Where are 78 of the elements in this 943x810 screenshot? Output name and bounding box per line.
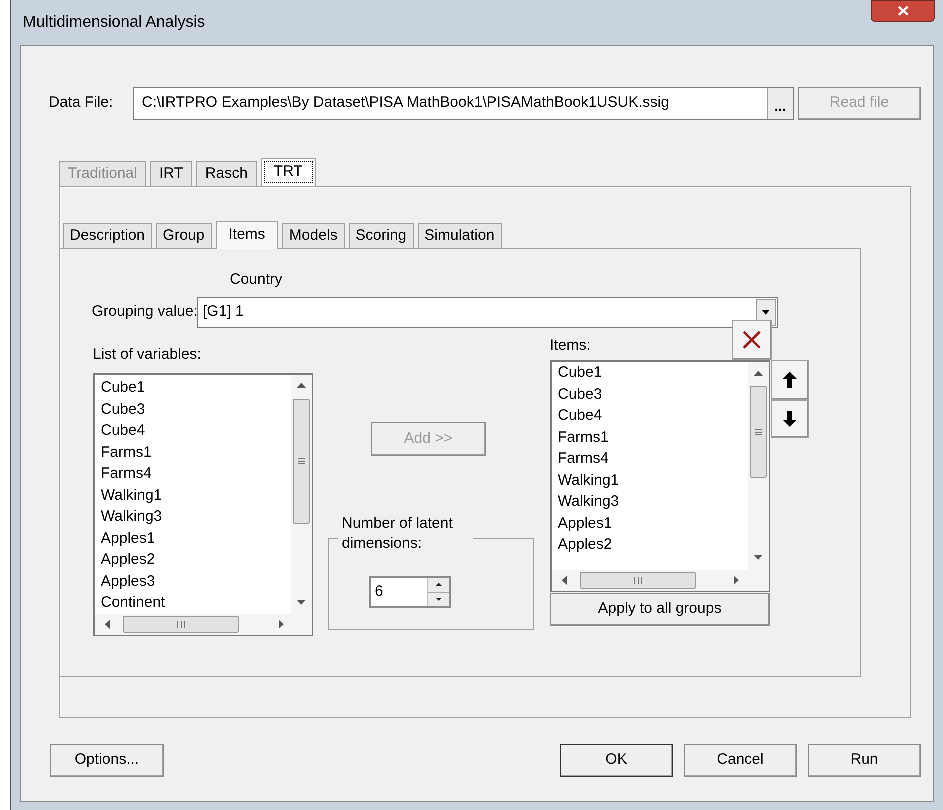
tab[interactable]: Description [63, 223, 152, 248]
options-button[interactable]: Options... [50, 744, 164, 777]
close-icon [898, 6, 908, 16]
move-up-button[interactable] [771, 360, 809, 400]
move-down-button[interactable] [771, 400, 809, 438]
grip-icon [755, 428, 762, 436]
list-item[interactable]: Farms4 [101, 463, 152, 484]
scroll-thumb[interactable] [750, 386, 767, 478]
list-item[interactable]: Cube3 [101, 398, 146, 420]
list-item[interactable]: Cube1 [101, 377, 146, 398]
scroll-down-icon [754, 555, 763, 560]
dialog-button[interactable]: Cancel [684, 744, 797, 777]
window-title: Multidimensional Analysis [23, 12, 206, 32]
vertical-scrollbar[interactable] [291, 375, 312, 614]
grip-icon [298, 458, 305, 465]
list-item[interactable]: Walking3 [558, 491, 620, 512]
remove-button[interactable] [732, 320, 772, 360]
arrow-down-icon [783, 411, 797, 427]
scroll-left-icon [562, 576, 567, 585]
scroll-up-icon [297, 383, 306, 388]
vertical-scrollbar[interactable] [748, 362, 769, 570]
list-item[interactable]: Cube3 [558, 384, 602, 405]
arrow-up-icon [783, 372, 797, 388]
data-file-label: Data File: [49, 93, 114, 114]
close-button[interactable] [871, 0, 935, 22]
scroll-down-icon [297, 600, 306, 605]
spin-down-button[interactable] [428, 592, 449, 606]
list-item[interactable]: Cube1 [558, 362, 602, 384]
items-label: Items: [550, 336, 591, 356]
tab[interactable]: Rasch [196, 161, 257, 186]
scroll-thumb[interactable] [123, 616, 239, 633]
scroll-up-icon [754, 371, 763, 376]
close-icon [742, 330, 762, 350]
grouping-value-label: Grouping value: [91, 302, 197, 322]
list-item[interactable]: Cube4 [101, 420, 146, 442]
data-file-field[interactable]: C:\IRTPRO Examples\By Dataset\PISA MathBook1\PISAMathBook1USUK.ssig ... [133, 87, 794, 120]
list-item[interactable]: Walking3 [101, 506, 162, 528]
tab[interactable]: Items [216, 221, 278, 249]
list-item[interactable]: Farms1 [101, 442, 152, 463]
scroll-right-icon [279, 620, 284, 629]
list-item[interactable]: Farms1 [558, 426, 609, 448]
scroll-thumb[interactable] [580, 572, 696, 589]
scroll-thumb[interactable] [293, 399, 310, 524]
list-item[interactable]: Cube4 [558, 405, 602, 426]
dialog-button[interactable]: OK [560, 744, 673, 777]
list-item[interactable]: Farms4 [558, 448, 609, 470]
browse-button[interactable]: ... [767, 88, 793, 119]
tab[interactable]: IRT [150, 161, 192, 186]
grip-icon [634, 577, 642, 584]
list-item[interactable]: Walking1 [101, 484, 162, 506]
list-item[interactable]: Apples1 [558, 512, 612, 534]
list-item[interactable]: Apples1 [101, 528, 156, 549]
scroll-left-icon [105, 620, 110, 629]
list-item[interactable]: Apples3 [101, 570, 156, 592]
variables-listbox[interactable]: Cube1 Cube3 Cube4 Farms1 Farms4 Walking1 Walking3 Apples1 Apples2 Apples3 Continent [93, 373, 313, 636]
tab[interactable]: Group [156, 223, 212, 248]
list-item[interactable]: Walking1 [558, 470, 620, 491]
grouping-value-dropdown[interactable]: [G1] 1 [197, 297, 778, 328]
apply-to-all-groups-button[interactable]: Apply to all groups [550, 593, 770, 626]
scroll-right-icon [734, 576, 739, 585]
tab[interactable]: Simulation [418, 223, 502, 248]
horizontal-scrollbar[interactable] [552, 570, 769, 591]
latent-dimensions-spinner[interactable]: 6 [369, 576, 451, 608]
group-variable-label: Country [230, 270, 284, 289]
list-item[interactable]: Apples2 [558, 534, 612, 556]
list-of-variables-label: List of variables: [93, 345, 202, 364]
items-listbox[interactable]: Cube1 Cube3 Cube4 Farms1 Farms4 Walking1 Walking3 Apples1 Apples2 [550, 360, 770, 592]
list-item[interactable]: Apples2 [101, 549, 156, 570]
list-item[interactable]: Continent [101, 592, 166, 614]
horizontal-scrollbar[interactable] [95, 614, 312, 635]
tab[interactable]: Models [282, 223, 345, 248]
spin-up-icon [436, 583, 442, 586]
tab[interactable]: Scoring [348, 223, 414, 248]
spin-down-icon [436, 598, 442, 601]
spin-up-button[interactable] [428, 578, 449, 592]
dialog-button[interactable]: Run [808, 744, 921, 777]
grip-icon [176, 621, 186, 628]
tab[interactable]: TRT [260, 158, 316, 186]
